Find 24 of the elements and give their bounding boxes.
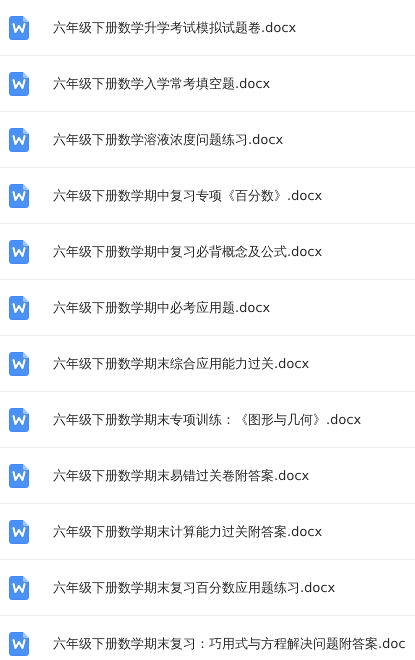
word-document-icon xyxy=(9,72,29,96)
word-document-icon xyxy=(9,464,29,488)
file-name[interactable]: 六年级下册数学溶液浓度问题练习.docx xyxy=(53,130,284,148)
file-name[interactable]: 六年级下册数学期末易错过关卷附答案.docx xyxy=(53,466,310,484)
word-document-icon xyxy=(9,632,29,656)
file-name[interactable]: 六年级下册数学期末复习：巧用式与方程解决问题附答案.doc xyxy=(53,634,406,652)
file-name[interactable]: 六年级下册数学升学考试模拟试题卷.docx xyxy=(53,18,296,36)
word-document-icon xyxy=(9,520,29,544)
file-name[interactable]: 六年级下册数学期末复习百分数应用题练习.docx xyxy=(53,578,336,596)
word-document-icon xyxy=(9,240,29,264)
word-document-icon xyxy=(9,296,29,320)
word-document-icon xyxy=(9,128,29,152)
file-name[interactable]: 六年级下册数学期末综合应用能力过关.docx xyxy=(53,354,310,372)
word-document-icon xyxy=(9,408,29,432)
word-document-icon xyxy=(9,184,29,208)
file-name[interactable]: 六年级下册数学期中必考应用题.docx xyxy=(53,298,270,316)
word-document-icon xyxy=(9,576,29,600)
file-name[interactable]: 六年级下册数学入学常考填空题.docx xyxy=(53,74,270,92)
word-document-icon xyxy=(9,352,29,376)
file-name[interactable]: 六年级下册数学期中复习专项《百分数》.docx xyxy=(53,186,322,204)
file-name[interactable]: 六年级下册数学期末计算能力过关附答案.docx xyxy=(53,522,322,540)
file-name[interactable]: 六年级下册数学期末专项训练：《图形与几何》.docx xyxy=(53,410,362,428)
file-name[interactable]: 六年级下册数学期中复习必背概念及公式.docx xyxy=(53,242,322,260)
word-document-icon xyxy=(9,16,29,40)
